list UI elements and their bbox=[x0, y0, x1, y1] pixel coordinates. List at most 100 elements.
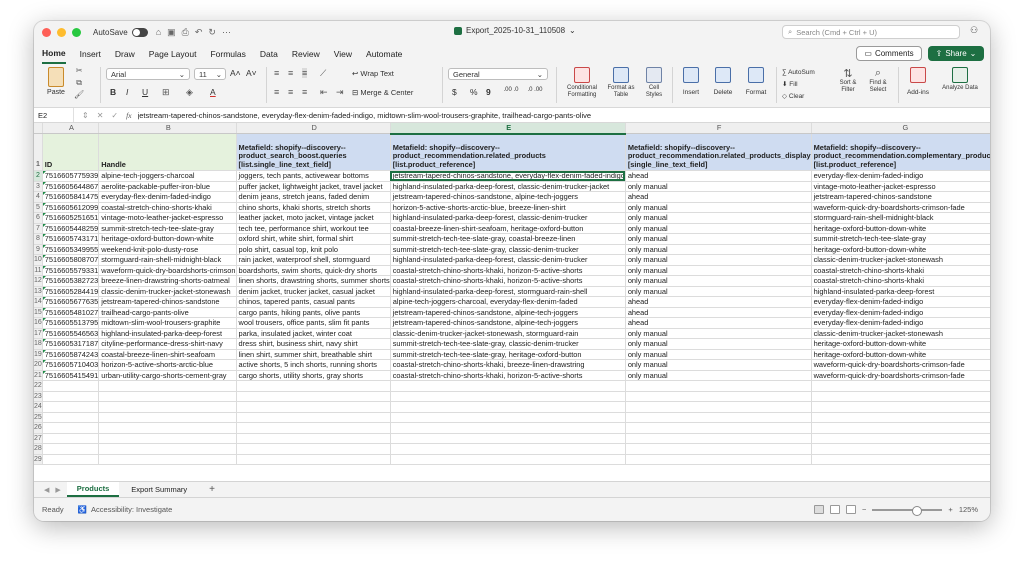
cell-a[interactable]: 7516605710403 bbox=[42, 359, 100, 371]
clear-button[interactable]: ◇ Clear bbox=[782, 91, 815, 103]
cell-g[interactable]: jetstream-tapered-chinos-sandstone bbox=[811, 191, 990, 203]
cut-icon[interactable]: ✂ bbox=[74, 65, 84, 77]
cell-a[interactable]: 7516605481027 bbox=[42, 307, 100, 318]
cell-g[interactable] bbox=[811, 412, 990, 423]
column-header-b[interactable]: B bbox=[98, 123, 237, 134]
cell-a[interactable]: 7516605579331 bbox=[42, 265, 100, 276]
cell-styles-button[interactable]: Cell Styles bbox=[640, 67, 668, 99]
row-header[interactable]: 12 bbox=[34, 275, 43, 287]
row-header[interactable]: 14 bbox=[34, 296, 43, 308]
align-top-icon[interactable]: ≡ bbox=[274, 68, 279, 78]
cell-e[interactable] bbox=[390, 380, 626, 392]
cell-f[interactable]: only manual bbox=[625, 254, 812, 266]
cell-b[interactable]: highland-insulated-parka-deep-forest bbox=[98, 328, 237, 339]
cell-d[interactable]: denim jacket, trucker jacket, casual jac… bbox=[236, 286, 391, 297]
fill-color-icon[interactable]: ◈ bbox=[186, 87, 193, 98]
cell-a[interactable] bbox=[42, 454, 100, 465]
borders-icon[interactable]: ⊞ bbox=[162, 87, 170, 98]
row-header[interactable]: 17 bbox=[34, 328, 43, 339]
cell-b[interactable]: horizon-5-active-shorts-arctic-blue bbox=[98, 359, 237, 371]
row-header[interactable]: 22 bbox=[34, 380, 43, 392]
row-header[interactable]: 8 bbox=[34, 233, 43, 245]
cell-a[interactable]: 7516605382723 bbox=[42, 275, 100, 287]
cell-e[interactable]: coastal-breeze-linen-shirt-seafoam, heri… bbox=[390, 223, 626, 234]
cell-b[interactable] bbox=[98, 412, 237, 423]
cell-d[interactable]: puffer jacket, lightweight jacket, trave… bbox=[236, 181, 391, 192]
cell-e[interactable]: jetstream-tapered-chinos-sandstone, alpi… bbox=[390, 307, 626, 318]
row-header[interactable]: 3 bbox=[34, 181, 43, 192]
function-icon[interactable]: fx bbox=[126, 111, 131, 120]
cell-f[interactable]: only manual bbox=[625, 338, 812, 350]
cell-b[interactable] bbox=[98, 391, 237, 402]
cell-d[interactable] bbox=[236, 401, 391, 413]
row-header[interactable]: 20 bbox=[34, 359, 43, 371]
percent-button[interactable]: % bbox=[470, 87, 478, 97]
cell-f[interactable] bbox=[625, 443, 812, 455]
cell-e[interactable]: alpine-tech-joggers-charcoal, everyday-f… bbox=[390, 296, 626, 308]
row-header[interactable]: 28 bbox=[34, 443, 43, 455]
cell-e[interactable]: summit-stretch-tech-tee-slate-gray, heri… bbox=[390, 349, 626, 360]
cell-g[interactable]: everyday-flex-denim-faded-indigo bbox=[811, 317, 990, 329]
sheet-tab-export-summary[interactable]: Export Summary bbox=[121, 483, 197, 496]
prev-sheet-icon[interactable]: ◀ bbox=[44, 486, 49, 494]
sort-filter-button[interactable]: ⇅ Sort & Filter bbox=[834, 67, 862, 94]
format-painter-icon[interactable]: 🖌 bbox=[74, 89, 84, 101]
cell-f[interactable]: only manual bbox=[625, 233, 812, 245]
cell-a[interactable]: 7516605743171 bbox=[42, 233, 100, 245]
cell-g[interactable] bbox=[811, 380, 990, 392]
row-header[interactable]: 5 bbox=[34, 202, 43, 213]
cell-e[interactable]: highland-insulated-parka-deep-forest, cl… bbox=[390, 212, 626, 224]
cell-e[interactable]: summit-stretch-tech-tee-slate-gray, coas… bbox=[390, 233, 626, 245]
cell-a[interactable] bbox=[42, 433, 100, 444]
cell-e[interactable] bbox=[390, 412, 626, 423]
cell-e[interactable] bbox=[390, 433, 626, 444]
autosave-toggle[interactable] bbox=[131, 27, 148, 37]
tab-home[interactable]: Home bbox=[42, 44, 66, 64]
cell-g[interactable]: waveform-quick-dry-boardshorts-crimson-f… bbox=[811, 370, 990, 381]
cell-f[interactable]: only manual bbox=[625, 286, 812, 297]
cell-b[interactable]: coastal-stretch-chino-shorts-khaki bbox=[98, 202, 237, 213]
cell-f[interactable]: only manual bbox=[625, 212, 812, 224]
cell-g[interactable]: everyday-flex-denim-faded-indigo bbox=[811, 296, 990, 308]
cell-e[interactable]: jetstream-tapered-chinos-sandstone, ever… bbox=[390, 170, 626, 182]
row-header[interactable]: 23 bbox=[34, 391, 43, 402]
decrease-decimal-button[interactable]: .0 .00 bbox=[524, 87, 546, 93]
cell-b[interactable]: midtown-slim-wool-trousers-graphite bbox=[98, 317, 237, 329]
row-header[interactable]: 19 bbox=[34, 349, 43, 360]
cell-f[interactable]: only manual bbox=[625, 265, 812, 276]
cell-b[interactable]: coastal-breeze-linen-shirt-seafoam bbox=[98, 349, 237, 360]
cell-b[interactable] bbox=[98, 454, 237, 465]
cell-d[interactable]: linen shorts, drawstring shorts, summer … bbox=[236, 275, 391, 287]
cell-b[interactable] bbox=[98, 422, 237, 434]
decrease-indent-icon[interactable]: ⇤ bbox=[320, 87, 328, 98]
align-middle-icon[interactable]: ≡ bbox=[288, 68, 293, 78]
name-box[interactable]: E2 bbox=[34, 108, 74, 122]
cell-a[interactable] bbox=[42, 380, 100, 392]
cell-g[interactable]: heritage-oxford-button-down-white bbox=[811, 349, 990, 360]
format-as-table-button[interactable]: Format as Table bbox=[604, 67, 638, 99]
tab-review[interactable]: Review bbox=[292, 45, 320, 63]
cell-a[interactable]: 7516605317187 bbox=[42, 338, 100, 350]
row-header[interactable]: 27 bbox=[34, 433, 43, 444]
row-header[interactable]: 9 bbox=[34, 244, 43, 255]
cell-b[interactable]: urban-utility-cargo-shorts-cement-gray bbox=[98, 370, 237, 381]
cell-d[interactable]: cargo pants, hiking pants, olive pants bbox=[236, 307, 391, 318]
font-color-button[interactable]: A bbox=[210, 87, 216, 97]
zoom-out-button[interactable]: − bbox=[862, 505, 866, 514]
cell-d[interactable] bbox=[236, 412, 391, 423]
cell-g[interactable]: heritage-oxford-button-down-white bbox=[811, 244, 990, 255]
cell-d[interactable]: parka, insulated jacket, winter coat bbox=[236, 328, 391, 339]
spreadsheet-grid[interactable]: A B D E F G 1 ID Handle Metafield: shopify--disco… bbox=[34, 123, 990, 481]
cell-f[interactable] bbox=[625, 412, 812, 423]
document-title[interactable]: Export_2025-10-31_110508 ⌄ bbox=[454, 26, 576, 35]
cell-a[interactable]: 7516605644867 bbox=[42, 181, 100, 192]
header-cell-d[interactable]: Metafield: shopify--discovery--product_s… bbox=[236, 133, 391, 171]
cell-a[interactable]: 7516605677635 bbox=[42, 296, 100, 308]
italic-button[interactable]: I bbox=[126, 87, 128, 97]
cell-a[interactable] bbox=[42, 412, 100, 423]
cell-e[interactable]: horizon-5-active-shorts-arctic-blue, bre… bbox=[390, 202, 626, 213]
cell-f[interactable]: only manual bbox=[625, 275, 812, 287]
save-icon[interactable]: ▣ bbox=[167, 27, 176, 38]
cell-g[interactable]: classic-denim-trucker-jacket-stonewash bbox=[811, 254, 990, 266]
cell-a[interactable]: 7516605251651 bbox=[42, 212, 100, 224]
